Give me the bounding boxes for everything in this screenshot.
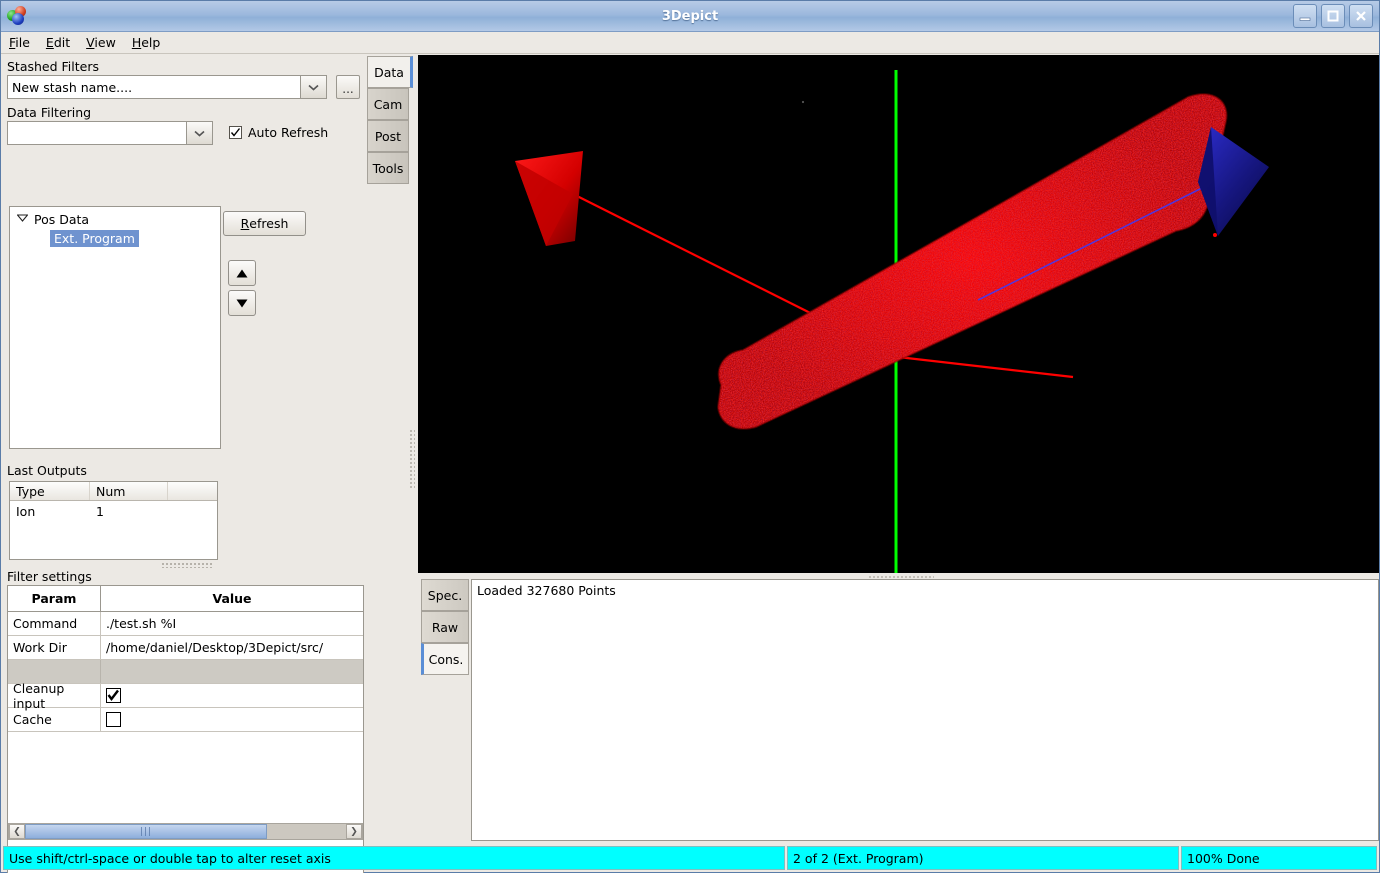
auto-refresh-checkbox[interactable]: Auto Refresh <box>229 125 328 140</box>
chevron-down-icon[interactable] <box>187 121 213 145</box>
checkbox-icon <box>229 126 242 139</box>
table-row[interactable]: Cleanup input <box>8 681 363 711</box>
status-bar: Use shift/ctrl-space or double tap to al… <box>3 846 1377 870</box>
menu-item-help[interactable]: Help <box>132 35 161 50</box>
title-bar: 3Depict <box>1 1 1379 32</box>
param-name: Cache <box>8 708 101 731</box>
stash-row: New stash name.... ... <box>1 75 369 99</box>
scrollbar-track[interactable] <box>267 824 346 839</box>
filter-combo-row: Auto Refresh <box>1 121 369 145</box>
last-outputs-table[interactable]: Type Num Ion 1 <box>9 481 218 560</box>
menu-item-edit[interactable]: Edit <box>46 35 70 50</box>
filter-tree[interactable]: Pos Data Ext. Program <box>9 206 221 449</box>
window-controls <box>1293 4 1373 28</box>
param-name: Command <box>8 612 101 635</box>
tab-tools[interactable]: Tools <box>367 152 409 184</box>
auto-refresh-label: Auto Refresh <box>248 125 329 140</box>
param-name: Work Dir <box>8 636 101 659</box>
status-hint: Use shift/ctrl-space or double tap to al… <box>3 846 785 870</box>
status-progress: 2 of 2 (Ext. Program) <box>787 846 1179 870</box>
tab-cons[interactable]: Cons. <box>421 643 469 675</box>
console-tab-strip: Spec. Raw Cons. <box>421 579 469 709</box>
chevron-right-icon[interactable]: ❯ <box>346 824 362 839</box>
menu-bar: File Edit View Help <box>1 32 1379 54</box>
cache-checkbox[interactable] <box>106 712 121 727</box>
tab-spec[interactable]: Spec. <box>421 579 469 611</box>
tab-cam[interactable]: Cam <box>367 88 409 120</box>
application-window: 3Depict File Edit View Help Stashed Filt… <box>0 0 1380 873</box>
tree-root-row[interactable]: Pos Data <box>10 210 220 229</box>
tab-raw[interactable]: Raw <box>421 611 469 643</box>
triangle-down-icon <box>236 296 248 311</box>
panel-sash-handle[interactable] <box>161 562 213 568</box>
column-header-value: Value <box>212 591 252 606</box>
table-row[interactable]: Work Dir /home/daniel/Desktop/3Depict/sr… <box>8 636 363 660</box>
param-value[interactable] <box>101 684 363 707</box>
triangle-down-icon[interactable] <box>14 214 30 225</box>
tab-data[interactable]: Data <box>367 56 413 88</box>
table-row[interactable]: Command ./test.sh %I <box>8 612 363 636</box>
param-value[interactable]: /home/daniel/Desktop/3Depict/src/ <box>101 636 363 659</box>
column-header-num: Num <box>90 482 168 500</box>
three-spheres-logo-icon <box>6 4 32 28</box>
left-control-panel: Stashed Filters New stash name.... ... D… <box>1 54 369 873</box>
cell-type: Ion <box>16 503 36 519</box>
table-row[interactable]: Cache <box>8 708 363 732</box>
menu-item-file[interactable]: File <box>9 35 30 50</box>
cleanup-input-checkbox[interactable] <box>106 688 121 703</box>
maximize-icon[interactable] <box>1321 4 1345 28</box>
tree-child-label[interactable]: Ext. Program <box>50 230 139 247</box>
tab-post[interactable]: Post <box>367 120 409 152</box>
data-filtering-label: Data Filtering <box>7 105 92 120</box>
minimize-icon[interactable] <box>1293 4 1317 28</box>
tree-child-row[interactable]: Ext. Program <box>46 229 220 248</box>
param-value[interactable]: ./test.sh %I <box>101 612 363 635</box>
refresh-button[interactable]: Refresh <box>223 211 306 236</box>
chevron-left-icon[interactable]: ❮ <box>9 824 25 839</box>
column-header-param: Param <box>8 586 101 611</box>
3d-viewport[interactable] <box>418 55 1379 573</box>
tree-root-label: Pos Data <box>34 212 90 227</box>
stash-more-button[interactable]: ... <box>336 75 360 99</box>
stashed-filters-label: Stashed Filters <box>7 59 99 74</box>
console-output[interactable]: Loaded 327680 Points <box>471 579 1379 841</box>
status-done: 100% Done <box>1181 846 1377 870</box>
stash-name-input[interactable]: New stash name.... <box>7 75 301 99</box>
table-header-row: Type Num <box>10 482 217 501</box>
cell-num: 1 <box>96 503 104 519</box>
triangle-up-icon <box>236 266 248 281</box>
param-value[interactable] <box>101 708 363 731</box>
last-outputs-label: Last Outputs <box>7 463 87 478</box>
close-icon[interactable] <box>1349 4 1373 28</box>
column-header-blank <box>168 482 217 500</box>
move-filter-down-button[interactable] <box>228 290 256 316</box>
param-name: Cleanup input <box>8 681 101 711</box>
filter-combo-input[interactable] <box>7 121 187 145</box>
column-header-type: Type <box>10 482 90 500</box>
horizontal-scrollbar[interactable]: ❮ ||| ❯ <box>8 823 363 840</box>
menu-item-view[interactable]: View <box>86 35 116 50</box>
table-row[interactable]: Ion 1 <box>10 501 217 521</box>
window-title: 3Depict <box>661 8 719 24</box>
move-filter-up-button[interactable] <box>228 260 256 286</box>
chevron-down-icon[interactable] <box>301 75 327 99</box>
filter-settings-label: Filter settings <box>7 569 92 584</box>
param-value-blank <box>101 660 363 683</box>
settings-header-row: Param Value <box>8 586 363 612</box>
splitter-grip-icon <box>409 429 415 489</box>
scrollbar-thumb[interactable]: ||| <box>25 824 267 839</box>
side-tab-strip: Data Cam Post Tools <box>367 56 413 241</box>
